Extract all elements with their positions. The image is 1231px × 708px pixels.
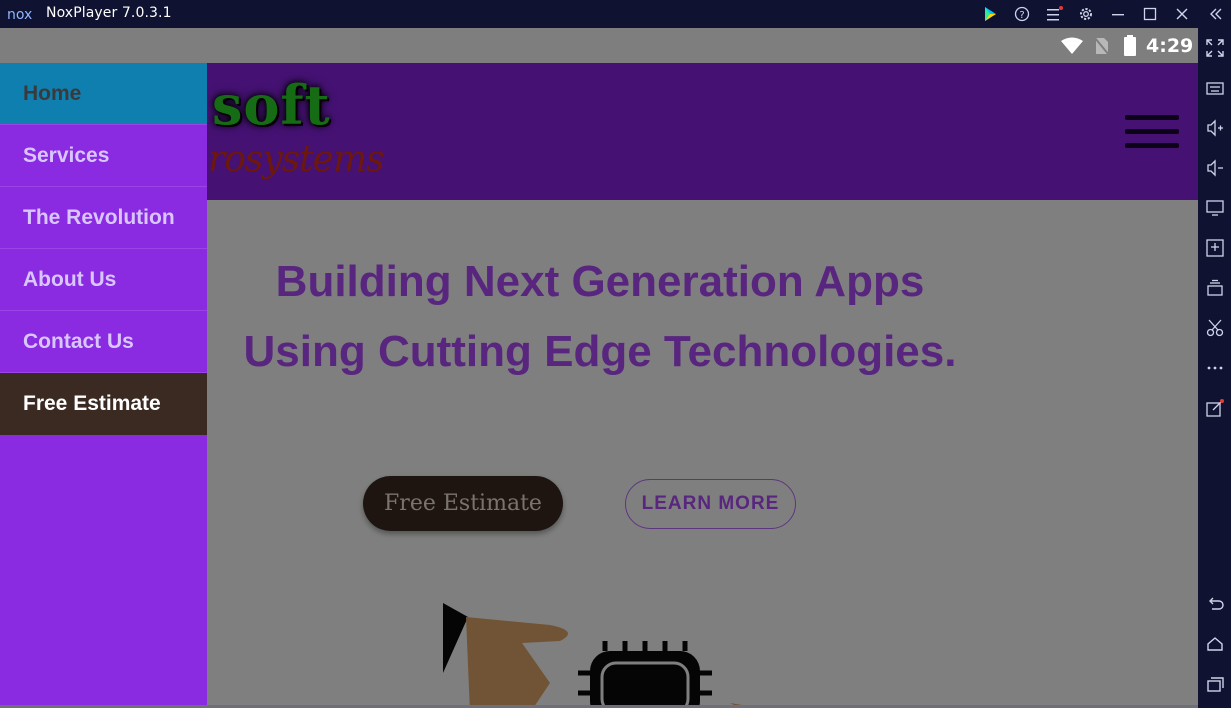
back-icon[interactable] xyxy=(1203,592,1227,616)
right-toolbar xyxy=(1198,28,1231,708)
battery-icon xyxy=(1124,35,1136,56)
maximize-icon[interactable] xyxy=(1138,3,1162,25)
wifi-icon xyxy=(1061,37,1083,54)
volume-down-icon[interactable] xyxy=(1203,156,1227,180)
svg-text:nox: nox xyxy=(7,7,32,22)
more-icon[interactable] xyxy=(1203,356,1227,380)
shortcut-icon[interactable] xyxy=(1203,396,1227,420)
android-status-bar: 4:29 xyxy=(0,28,1198,63)
recent-apps-icon[interactable] xyxy=(1203,672,1227,696)
keyboard-icon[interactable] xyxy=(1203,76,1227,100)
screen-icon[interactable] xyxy=(1203,196,1227,220)
menu-item-the-revolution[interactable]: The Revolution xyxy=(0,187,207,249)
nox-emulator-window: nox NoxPlayer 7.0.3.1 ? 4:29 Home Servic… xyxy=(0,0,1231,708)
android-screen: 4:29 soft rosystems Building Next Genera… xyxy=(0,28,1198,705)
settings-icon[interactable] xyxy=(1074,3,1098,25)
side-navigation-drawer: Home Services The Revolution About Us Co… xyxy=(0,63,207,705)
status-time: 4:29 xyxy=(1146,35,1194,57)
no-sim-icon xyxy=(1094,37,1110,56)
help-icon[interactable]: ? xyxy=(1010,3,1034,25)
menu-item-services[interactable]: Services xyxy=(0,125,207,187)
notification-dot xyxy=(1059,6,1063,10)
menu-item-contact-us[interactable]: Contact Us xyxy=(0,311,207,373)
menu-item-free-estimate[interactable]: Free Estimate xyxy=(0,373,207,435)
minimize-icon[interactable] xyxy=(1106,3,1130,25)
collapse-sidebar-icon[interactable] xyxy=(1204,3,1228,25)
fullscreen-icon[interactable] xyxy=(1203,36,1227,60)
screenshot-icon[interactable] xyxy=(1203,316,1227,340)
play-icon[interactable] xyxy=(978,3,1002,25)
close-icon[interactable] xyxy=(1170,3,1194,25)
multi-instance-icon[interactable] xyxy=(1203,276,1227,300)
nox-logo: nox xyxy=(7,7,32,22)
menu-icon[interactable] xyxy=(1042,3,1066,25)
home-icon[interactable] xyxy=(1203,632,1227,656)
menu-item-home[interactable]: Home xyxy=(0,63,207,125)
svg-text:?: ? xyxy=(1019,10,1024,21)
webview: soft rosystems Building Next Generation … xyxy=(0,63,1198,705)
menu-item-about-us[interactable]: About Us xyxy=(0,249,207,311)
window-title: NoxPlayer 7.0.3.1 xyxy=(46,5,172,21)
add-apk-icon[interactable] xyxy=(1203,236,1227,260)
title-bar: nox NoxPlayer 7.0.3.1 ? xyxy=(0,0,1231,28)
volume-up-icon[interactable] xyxy=(1203,116,1227,140)
